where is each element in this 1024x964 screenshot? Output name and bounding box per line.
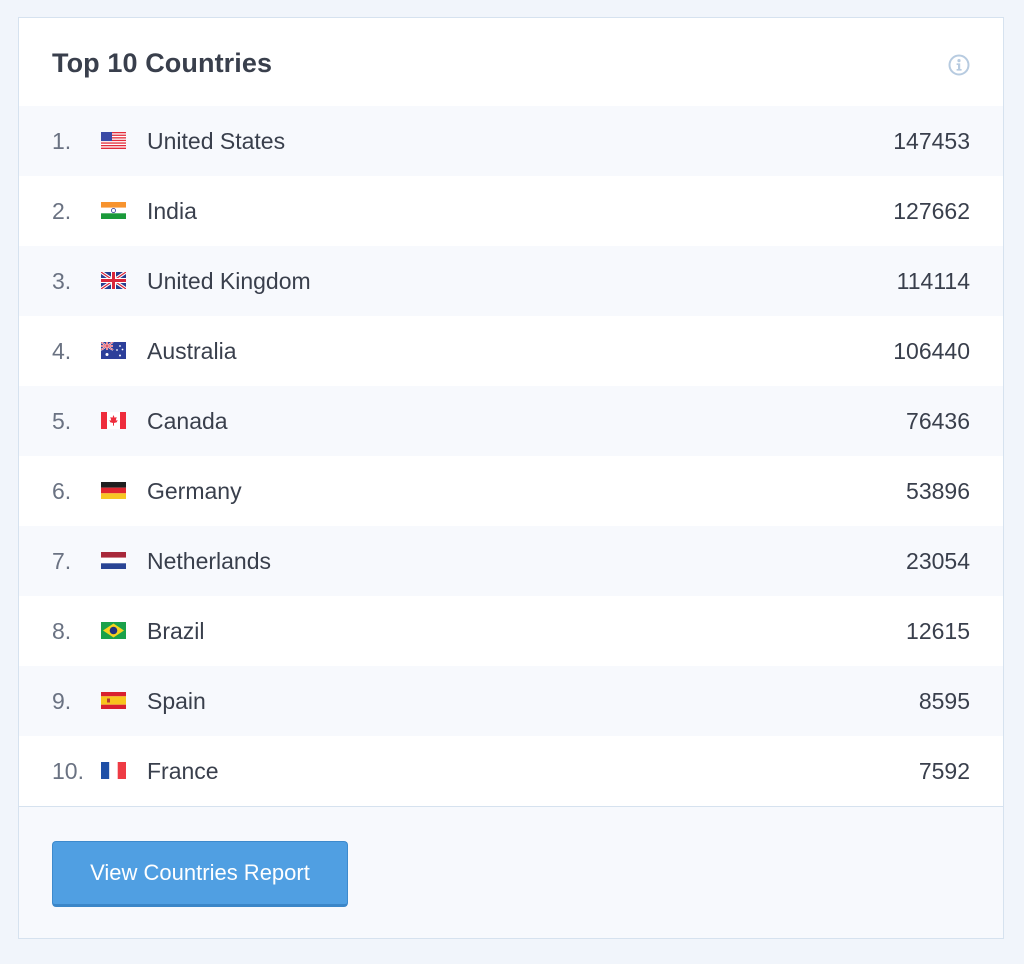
rank: 8. [52, 617, 72, 644]
in-flag-icon [101, 202, 126, 219]
gb-flag-icon [101, 272, 126, 289]
country-count: 76436 [906, 407, 970, 434]
rank: 10. [52, 757, 84, 784]
ca-flag-icon [101, 412, 126, 429]
country-row: 2. India 127662 [19, 176, 1003, 246]
country-count: 127662 [893, 197, 970, 224]
widget-title: Top 10 Countries [52, 48, 273, 78]
country-row: 9. Spain 8595 [19, 666, 1003, 736]
country-count: 12615 [906, 617, 970, 644]
rank: 2. [52, 197, 72, 224]
br-flag-icon [101, 622, 126, 639]
country-row: 8. Brazil 12615 [19, 596, 1003, 666]
rank: 5. [52, 407, 72, 434]
country-row: 3. United Kingdom 114114 [19, 246, 1003, 316]
nl-flag-icon [101, 552, 126, 569]
rank: 1. [52, 127, 72, 154]
us-flag-icon [101, 132, 126, 149]
fr-flag-icon [101, 762, 126, 779]
widget-footer: View Countries Report [19, 806, 1003, 938]
rank: 4. [52, 337, 72, 364]
countries-list: 1. United States 147453 2. India 127662 … [19, 106, 1003, 806]
widget-header: Top 10 Countries [19, 18, 1003, 106]
es-flag-icon [101, 692, 126, 709]
country-name: United States [147, 127, 286, 154]
rank: 6. [52, 477, 72, 504]
au-flag-icon [101, 342, 126, 359]
country-count: 8595 [918, 687, 970, 714]
country-count: 53896 [906, 477, 970, 504]
top-countries-widget: Top 10 Countries 1. United States 147453… [18, 17, 1004, 939]
country-row: 1. United States 147453 [19, 106, 1003, 176]
country-name: Canada [147, 407, 228, 434]
rank: 3. [52, 267, 72, 294]
country-count: 147453 [893, 127, 970, 154]
country-count: 114114 [896, 267, 970, 294]
country-name: Germany [147, 477, 242, 504]
country-row: 7. Netherlands 23054 [19, 526, 1003, 596]
country-row: 4. Australia 106440 [19, 316, 1003, 386]
country-row: 6. Germany 53896 [19, 456, 1003, 526]
country-count: 7592 [918, 757, 970, 784]
country-count: 23054 [906, 547, 970, 574]
country-row: 10. France 7592 [19, 736, 1003, 806]
country-name: Australia [147, 337, 237, 364]
country-name: France [147, 757, 219, 784]
country-name: Spain [147, 687, 206, 714]
country-row: 5. Canada 76436 [19, 386, 1003, 456]
country-name: Brazil [147, 617, 205, 644]
view-countries-report-button[interactable]: View Countries Report [52, 841, 348, 907]
country-name: United Kingdom [147, 267, 311, 294]
country-count: 106440 [893, 337, 970, 364]
de-flag-icon [101, 482, 126, 499]
country-name: Netherlands [147, 547, 272, 574]
rank: 7. [52, 547, 72, 574]
rank: 9. [52, 687, 72, 714]
info-icon[interactable] [948, 54, 970, 76]
country-name: India [147, 197, 197, 224]
